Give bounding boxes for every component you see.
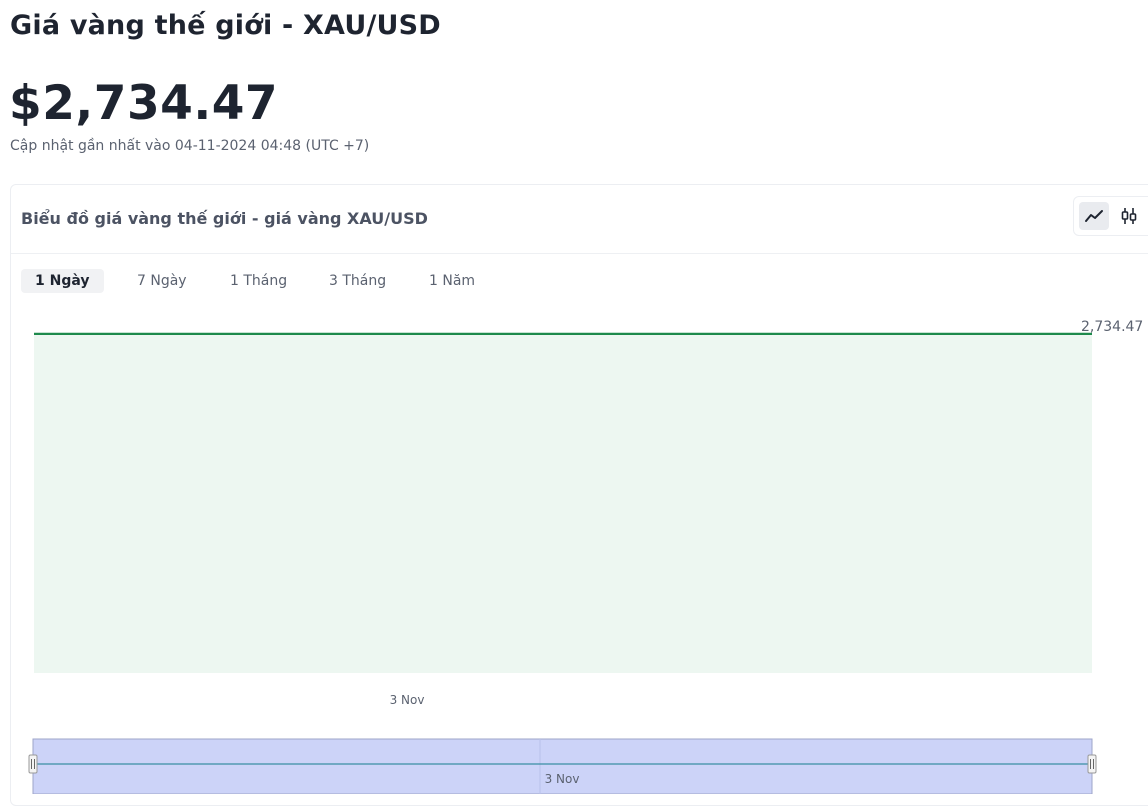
chart-area: 2,734.47 3 Nov 3 Nov xyxy=(0,0,1148,795)
price-chart: 2,734.47 3 Nov 3 Nov xyxy=(28,319,1143,795)
price-area-fill xyxy=(34,333,1092,673)
navigator-left-handle[interactable] xyxy=(28,754,38,774)
navigator-date-label: 3 Nov xyxy=(545,772,580,786)
navigator-right-handle[interactable] xyxy=(1087,754,1097,774)
x-axis-tick-label: 3 Nov xyxy=(390,693,425,707)
last-price-label: 2,734.47 xyxy=(1081,319,1143,335)
